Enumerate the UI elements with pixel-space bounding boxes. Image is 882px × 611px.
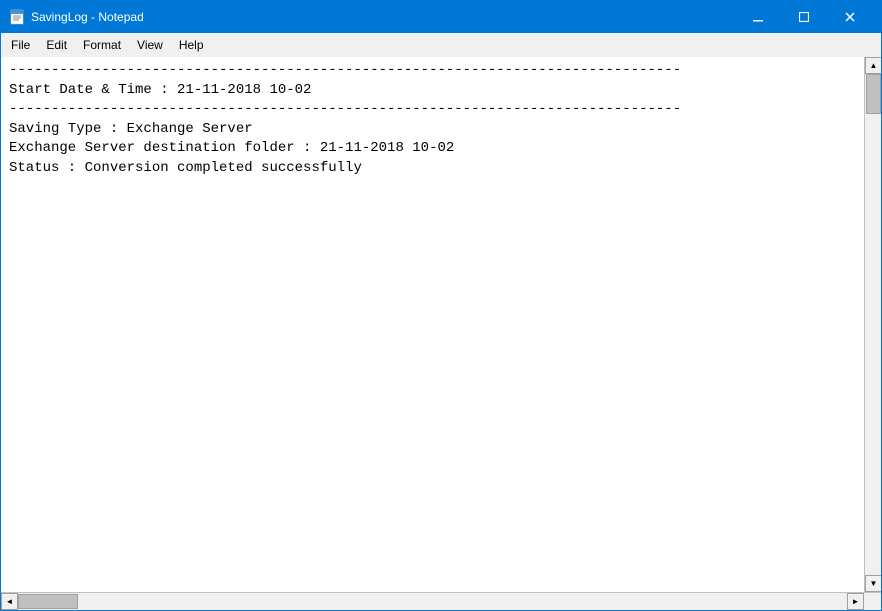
window-controls: [735, 1, 873, 33]
menu-format[interactable]: Format: [75, 34, 129, 56]
scrollbar-corner: [864, 593, 881, 610]
bottom-bar: ◄ ►: [1, 592, 881, 610]
minimize-button[interactable]: [735, 1, 781, 33]
notepad-window: SavingLog - Notepad File Edit: [0, 0, 882, 611]
scroll-track-horizontal: [18, 593, 847, 610]
scroll-thumb-vertical[interactable]: [866, 74, 881, 114]
text-editor[interactable]: ----------------------------------------…: [1, 57, 864, 592]
title-bar: SavingLog - Notepad: [1, 1, 881, 33]
scroll-right-button[interactable]: ►: [847, 593, 864, 610]
scroll-down-button[interactable]: ▼: [865, 575, 881, 592]
vertical-scrollbar[interactable]: ▲ ▼: [864, 57, 881, 592]
scroll-track-vertical: [865, 74, 881, 575]
scroll-thumb-horizontal[interactable]: [18, 594, 78, 609]
menu-view[interactable]: View: [129, 34, 171, 56]
maximize-button[interactable]: [781, 1, 827, 33]
horizontal-scrollbar[interactable]: ◄ ►: [1, 593, 864, 610]
menu-file[interactable]: File: [3, 34, 38, 56]
scroll-left-button[interactable]: ◄: [1, 593, 18, 610]
scroll-up-button[interactable]: ▲: [865, 57, 881, 74]
menu-help[interactable]: Help: [171, 34, 212, 56]
app-icon: [9, 9, 25, 25]
menu-bar: File Edit Format View Help: [1, 33, 881, 57]
content-area: ----------------------------------------…: [1, 57, 881, 592]
menu-edit[interactable]: Edit: [38, 34, 75, 56]
window-title: SavingLog - Notepad: [31, 10, 735, 24]
close-button[interactable]: [827, 1, 873, 33]
